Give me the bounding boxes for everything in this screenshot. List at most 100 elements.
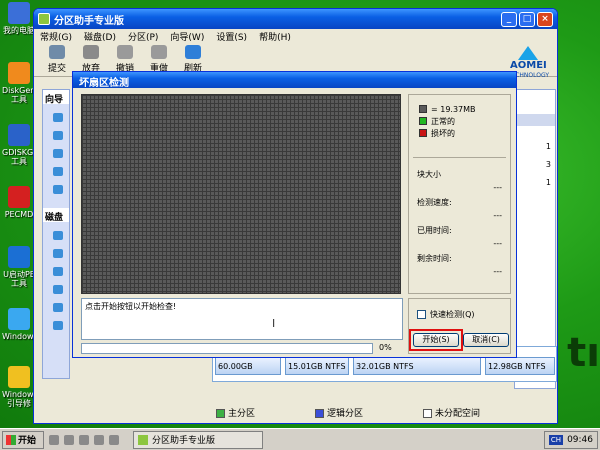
legend-logical: 逻辑分区 [315,406,363,419]
list-header-bar [515,114,555,126]
wizard-header[interactable]: 向导 [43,90,69,105]
submit-icon [49,45,65,59]
upe-icon [8,246,30,268]
wizard-item-icon[interactable] [53,113,63,122]
maximize-button[interactable]: □ [519,11,535,27]
quicklaunch-icon[interactable] [64,434,74,445]
minimize-button[interactable]: _ [501,11,517,27]
app-icon [38,13,50,25]
partition-list-panel: 1 3 1 [514,89,556,389]
disk-header[interactable]: 磁盘 [43,208,69,223]
elapsed-value: --- [493,239,502,248]
menu-general[interactable]: 常规(G) [40,30,72,43]
disk-item-icon[interactable] [53,231,63,240]
primary-swatch [216,408,225,418]
submit-button[interactable]: 提交 [40,45,74,76]
normal-label: 正常的 [431,116,455,126]
disk-segment[interactable]: 60.00GB [215,357,281,375]
block-swatch [419,105,427,113]
menu-settings[interactable]: 设置(S) [216,30,247,43]
unallocated-swatch [423,408,433,418]
legend-block-size: = 19.37MB [419,103,510,115]
desktop-icon-my-computer[interactable]: 我的电脑 [2,2,36,35]
desktop-icon-boot-repair[interactable]: Windows 引导修 [2,366,38,408]
wizard-item-icon[interactable] [53,131,63,140]
message-box[interactable]: 点击开始按钮以开始检查! I [81,298,403,340]
remaining-value: --- [493,267,502,276]
windows-icon [8,308,30,330]
diskgenius-icon [8,62,30,84]
legend-unallocated: 未分配空间 [423,406,480,419]
damaged-swatch [419,129,427,137]
legend-label: 逻辑分区 [327,408,364,419]
wizard-item-icon[interactable] [53,149,63,158]
disk-segment[interactable]: 15.01GB NTFS [285,357,349,375]
message-text: 点击开始按钮以开始检查! [85,302,177,311]
list-value: 3 [545,160,551,169]
menu-disk[interactable]: 磁盘(D) [84,30,116,43]
close-button[interactable]: × [537,11,553,27]
disk-item-icon[interactable] [53,249,63,258]
disk-item-icon[interactable] [53,321,63,330]
menu-partition[interactable]: 分区(P) [128,30,158,43]
quicklaunch-icon[interactable] [94,434,104,445]
desktop-icon-diskgenius[interactable]: DiskGenius 工具 [2,62,47,104]
desktop-icon-gdisk[interactable]: GDISKGL 工具 [2,124,38,166]
boot-repair-icon [8,366,30,388]
desktop-icon-label: 我的电脑 [3,26,35,35]
list-value: 1 [545,178,551,187]
logical-swatch [315,408,325,418]
clock[interactable]: 09:46 [567,435,593,445]
progress-percent: 0% [379,343,392,352]
menu-wizard[interactable]: 向导(W) [170,30,204,43]
dialog-title[interactable]: 坏扇区检测 [73,72,516,89]
damaged-label: 损坏的 [431,128,455,138]
wizard-item-icon[interactable] [53,185,63,194]
quick-check-option[interactable]: 快速检测(Q) [417,309,475,320]
quick-check-checkbox[interactable] [417,310,426,319]
legend-label: 主分区 [228,408,256,419]
refresh-icon [185,45,201,59]
quicklaunch-icon[interactable] [109,434,119,445]
window-titlebar[interactable]: 分区助手专业版 _ □ × [34,9,557,29]
quicklaunch-icon[interactable] [49,434,59,445]
legend-normal: 正常的 [419,115,510,127]
system-tray: CH 09:46 [543,430,598,449]
input-language[interactable]: CH [548,434,564,445]
bad-sector-dialog: 坏扇区检测 = 19.37MB 正常的 损坏的 块大小 --- 检测速度: --… [72,71,517,358]
legend-damaged: 损坏的 [419,127,510,139]
menu-help[interactable]: 帮助(H) [259,30,291,43]
taskbar-app-label: 分区助手专业版 [152,436,216,446]
start-label: 开始 [18,436,37,446]
pecmd-icon [8,186,30,208]
info-panel: = 19.37MB 正常的 损坏的 块大小 --- 检测速度: --- 已用时间… [408,94,511,294]
window-title: 分区助手专业版 [54,15,124,27]
start-button-taskbar[interactable]: 开始 [2,430,44,449]
disk-item-icon[interactable] [53,285,63,294]
cancel-button[interactable]: 取消(C) [463,333,509,347]
legend-label: 未分配空间 [435,408,481,419]
quicklaunch-icon[interactable] [79,434,89,445]
disk-item-icon[interactable] [53,303,63,312]
disk-segment[interactable]: 32.01GB NTFS [353,357,481,375]
elapsed-label: 已用时间: [417,226,452,235]
desktop-icon-pecmd[interactable]: PECMD [2,186,36,219]
aomei-logo-icon [518,46,539,60]
sector-grid [81,94,401,294]
left-panel: 向导 磁盘 [42,89,70,379]
computer-icon [8,2,30,24]
remaining-label: 剩余时间: [417,254,452,263]
disk-segment[interactable]: 12.98GB NTFS [485,357,555,375]
disk-item-icon[interactable] [53,267,63,276]
quick-check-label: 快速检测(Q) [430,310,475,319]
taskbar: 开始 分区助手专业版 CH 09:46 [0,428,600,450]
discard-icon [83,45,99,59]
block-size-value: --- [493,183,502,192]
menu-bar: 常规(G) 磁盘(D) 分区(P) 向导(W) 设置(S) 帮助(H) [34,29,557,43]
desktop-icon-label: PECMD [4,210,34,219]
desktop-icon-windows[interactable]: Windows [2,308,38,341]
desktop-icon-upe[interactable]: U启动PE 工具 [2,246,36,288]
wizard-item-icon[interactable] [53,167,63,176]
speed-label: 检测速度: [417,198,452,207]
taskbar-app-button[interactable]: 分区助手专业版 [133,430,263,449]
